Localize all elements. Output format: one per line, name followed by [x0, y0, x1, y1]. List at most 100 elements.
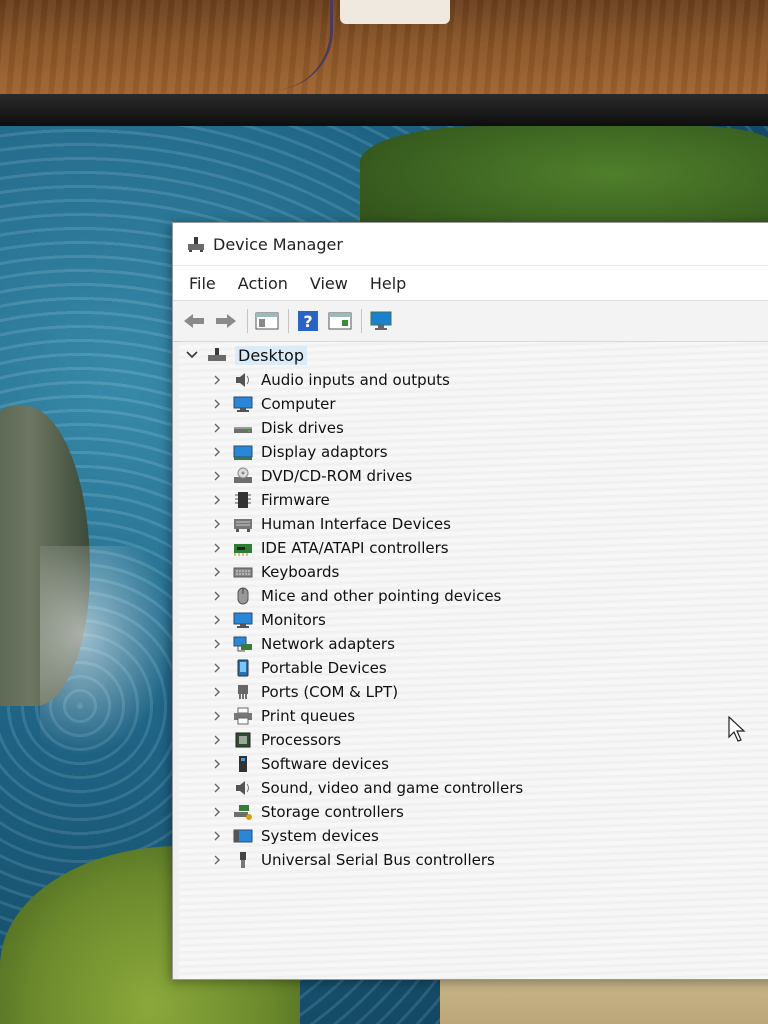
tree-node[interactable]: Firmware: [179, 488, 768, 512]
tree-node[interactable]: Display adaptors: [179, 440, 768, 464]
menu-bar: File Action View Help: [173, 266, 768, 301]
chevron-right-icon[interactable]: [211, 494, 223, 506]
chevron-right-icon[interactable]: [211, 614, 223, 626]
tree-node-label[interactable]: Portable Devices: [261, 659, 387, 677]
tree-node[interactable]: Software devices: [179, 752, 768, 776]
tree-node[interactable]: Ports (COM & LPT): [179, 680, 768, 704]
tree-node-label[interactable]: Disk drives: [261, 419, 344, 437]
chevron-right-icon[interactable]: [211, 590, 223, 602]
help-icon: ?: [298, 311, 318, 331]
chevron-right-icon[interactable]: [211, 662, 223, 674]
help-button[interactable]: ?: [295, 308, 321, 334]
tree-node[interactable]: Storage controllers: [179, 800, 768, 824]
tree-node-label[interactable]: Software devices: [261, 755, 389, 773]
chevron-right-icon[interactable]: [211, 470, 223, 482]
tree-node[interactable]: DVD/CD-ROM drives: [179, 464, 768, 488]
chevron-right-icon[interactable]: [211, 638, 223, 650]
tree-node[interactable]: Disk drives: [179, 416, 768, 440]
menu-help[interactable]: Help: [362, 270, 414, 297]
tree-node[interactable]: Portable Devices: [179, 656, 768, 680]
tree-node-label[interactable]: Audio inputs and outputs: [261, 371, 450, 389]
chevron-right-icon[interactable]: [211, 758, 223, 770]
tree-root[interactable]: Desktop: [179, 342, 768, 368]
tree-node[interactable]: IDE ATA/ATAPI controllers: [179, 536, 768, 560]
mouse-cursor-icon: [728, 716, 746, 742]
tree-node-label[interactable]: Processors: [261, 731, 341, 749]
back-button[interactable]: [181, 308, 207, 334]
tree-root-label[interactable]: Desktop: [235, 345, 307, 365]
chevron-right-icon[interactable]: [211, 422, 223, 434]
port-icon: [238, 685, 248, 699]
device-manager-icon: [187, 235, 205, 253]
disk-drive-icon: [234, 427, 252, 433]
tree-node[interactable]: Mice and other pointing devices: [179, 584, 768, 608]
dvd-drive-icon: [234, 467, 252, 483]
tree-node-label[interactable]: Computer: [261, 395, 336, 413]
tree-node[interactable]: Network adapters: [179, 632, 768, 656]
properties-button[interactable]: [254, 308, 280, 334]
menu-view[interactable]: View: [302, 270, 356, 297]
tree-node[interactable]: Processors: [179, 728, 768, 752]
chevron-right-icon[interactable]: [211, 686, 223, 698]
tree-node[interactable]: Print queues: [179, 704, 768, 728]
view-icon: [328, 312, 352, 330]
chevron-right-icon[interactable]: [211, 734, 223, 746]
chevron-right-icon[interactable]: [211, 398, 223, 410]
chevron-right-icon[interactable]: [211, 830, 223, 842]
keyboard-icon: [233, 567, 253, 578]
chevron-right-icon[interactable]: [211, 806, 223, 818]
chevron-right-icon[interactable]: [211, 518, 223, 530]
chevron-right-icon[interactable]: [211, 374, 223, 386]
tree-node[interactable]: Sound, video and game controllers: [179, 776, 768, 800]
tree-node-label[interactable]: Human Interface Devices: [261, 515, 451, 533]
device-manager-window[interactable]: Device Manager File Action View Help ? D…: [172, 222, 768, 980]
tree-node[interactable]: Monitors: [179, 608, 768, 632]
device-category-list: Audio inputs and outputs Computer Disk dri…: [179, 368, 768, 872]
tree-node-label[interactable]: Network adapters: [261, 635, 395, 653]
title-bar[interactable]: Device Manager: [173, 223, 768, 266]
tree-node[interactable]: Computer: [179, 392, 768, 416]
chevron-right-icon[interactable]: [211, 782, 223, 794]
chevron-right-icon[interactable]: [211, 566, 223, 578]
tree-node[interactable]: Human Interface Devices: [179, 512, 768, 536]
menu-file[interactable]: File: [181, 270, 224, 297]
tree-node-label[interactable]: Keyboards: [261, 563, 339, 581]
computer-root-icon: [208, 348, 226, 361]
tree-node-label[interactable]: Monitors: [261, 611, 326, 629]
menu-action[interactable]: Action: [230, 270, 296, 297]
tree-node[interactable]: Keyboards: [179, 560, 768, 584]
tree-node-label[interactable]: Display adaptors: [261, 443, 388, 461]
scan-hardware-button[interactable]: [368, 308, 394, 334]
mouse-icon: [237, 587, 249, 605]
forward-button[interactable]: [213, 308, 239, 334]
tree-node-label[interactable]: Firmware: [261, 491, 330, 509]
toolbar-separator: [361, 309, 362, 333]
monitor-bezel: [0, 94, 768, 126]
tree-node[interactable]: System devices: [179, 824, 768, 848]
chevron-down-icon[interactable]: [185, 348, 199, 362]
forward-icon: [216, 314, 236, 328]
tree-node-label[interactable]: Print queues: [261, 707, 355, 725]
chevron-right-icon[interactable]: [211, 710, 223, 722]
tree-node-label[interactable]: Ports (COM & LPT): [261, 683, 398, 701]
device-tree[interactable]: Desktop Audio inputs and outputs Computer…: [179, 341, 768, 979]
chevron-right-icon[interactable]: [211, 854, 223, 866]
tree-node-label[interactable]: Sound, video and game controllers: [261, 779, 523, 797]
tree-node[interactable]: Universal Serial Bus controllers: [179, 848, 768, 872]
software-device-icon: [239, 756, 247, 772]
tree-node-label[interactable]: DVD/CD-ROM drives: [261, 467, 412, 485]
chevron-right-icon[interactable]: [211, 446, 223, 458]
tree-node-label[interactable]: Mice and other pointing devices: [261, 587, 501, 605]
wallpaper-foam: [40, 546, 180, 766]
tree-node-label[interactable]: IDE ATA/ATAPI controllers: [261, 539, 449, 557]
usb-icon: [240, 852, 246, 868]
chevron-right-icon[interactable]: [211, 542, 223, 554]
tree-node-label[interactable]: Universal Serial Bus controllers: [261, 851, 495, 869]
computer-icon: [233, 396, 253, 412]
monitor-scan-icon: [370, 311, 392, 330]
monitor-icon: [233, 612, 253, 628]
view-button[interactable]: [327, 308, 353, 334]
tree-node[interactable]: Audio inputs and outputs: [179, 368, 768, 392]
tree-node-label[interactable]: System devices: [261, 827, 379, 845]
tree-node-label[interactable]: Storage controllers: [261, 803, 404, 821]
